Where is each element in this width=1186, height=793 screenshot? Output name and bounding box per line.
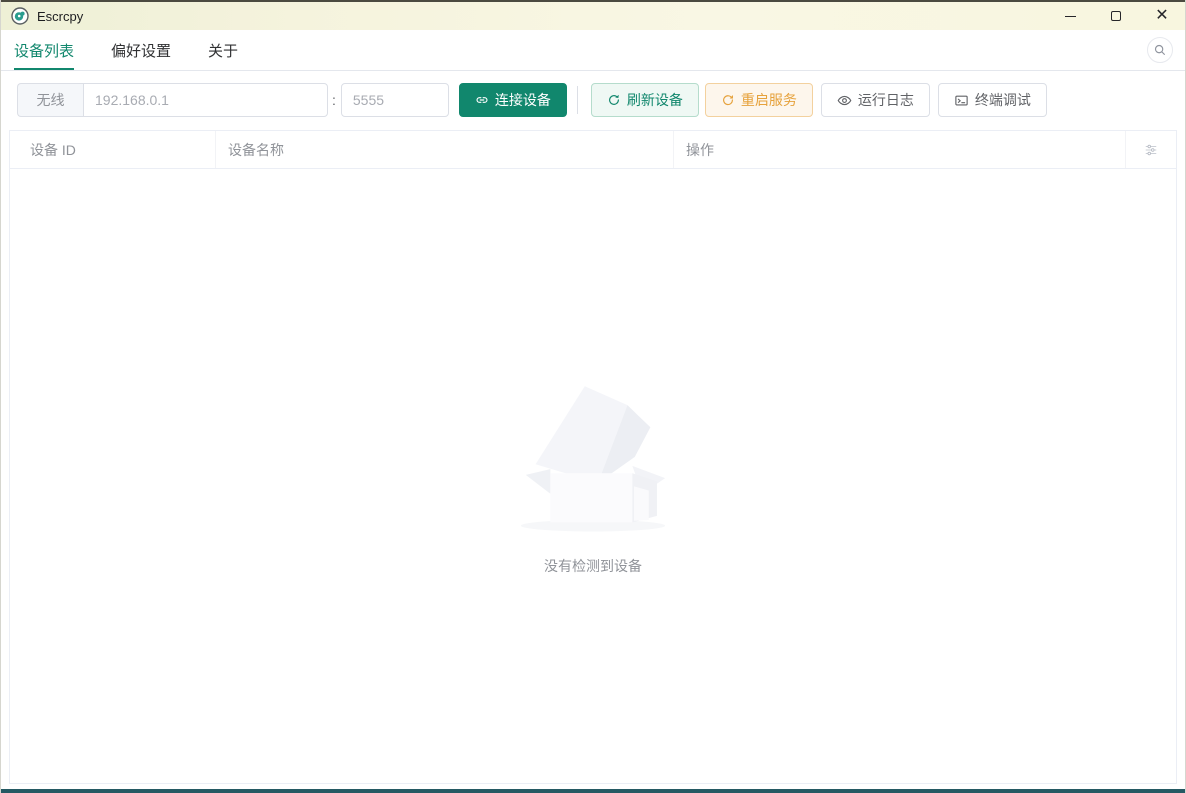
- refresh-right-icon: [722, 95, 733, 106]
- ip-address-input[interactable]: [83, 83, 328, 117]
- minimize-icon: [1064, 15, 1076, 17]
- eye-icon: [837, 95, 852, 105]
- empty-state-text: 没有检测到设备: [544, 557, 642, 574]
- device-table: 设备 ID 设备名称 操作 没有检测到设备: [9, 130, 1177, 784]
- table-settings-button[interactable]: [1126, 131, 1176, 168]
- window-title: Escrcpy: [37, 8, 84, 24]
- maximize-button[interactable]: [1093, 2, 1139, 30]
- wireless-address-group: 无线: [17, 83, 328, 117]
- tab-device-list[interactable]: 设备列表: [14, 30, 75, 70]
- empty-box-illustration: [520, 385, 666, 531]
- toolbar-divider: [576, 86, 578, 114]
- link-icon: [476, 97, 488, 103]
- terminal-label: 终端调试: [974, 92, 1031, 108]
- terminal-debug-button[interactable]: 终端调试: [937, 83, 1047, 117]
- tab-about[interactable]: 关于: [208, 30, 238, 70]
- column-actions: 操作: [674, 131, 1126, 168]
- port-input[interactable]: [340, 83, 449, 117]
- window-bottom-edge: [1, 789, 1185, 793]
- tab-label: 偏好设置: [111, 42, 172, 60]
- terminal-icon: [955, 95, 968, 105]
- maximize-icon: [1111, 11, 1121, 21]
- close-button[interactable]: ✕: [1139, 2, 1185, 30]
- search-button[interactable]: [1147, 37, 1173, 63]
- port-separator: :: [332, 92, 336, 108]
- column-device-id: 设备 ID: [10, 131, 216, 168]
- connection-toolbar: 无线 : 连接设备 刷新设备 重启服务: [1, 71, 1185, 130]
- tab-preferences[interactable]: 偏好设置: [111, 30, 171, 70]
- refresh-label: 刷新设备: [626, 92, 683, 108]
- table-header: 设备 ID 设备名称 操作: [10, 131, 1176, 169]
- refresh-devices-button[interactable]: 刷新设备: [590, 83, 699, 117]
- escrcpy-window: Escrcpy ✕ 设备列表 偏好设置 关于 无线 :: [0, 0, 1186, 793]
- search-icon: [1154, 44, 1165, 55]
- tab-label: 关于: [208, 42, 239, 60]
- window-controls: ✕: [1047, 2, 1185, 30]
- logs-label: 运行日志: [857, 92, 914, 108]
- run-logs-button[interactable]: 运行日志: [820, 83, 930, 117]
- close-icon: ✕: [1155, 7, 1169, 24]
- column-device-name: 设备名称: [216, 131, 674, 168]
- restart-service-button[interactable]: 重启服务: [704, 83, 813, 117]
- tab-label: 设备列表: [14, 42, 75, 60]
- table-body-empty-state: 没有检测到设备: [10, 170, 1176, 783]
- connect-label: 连接设备: [494, 92, 551, 108]
- tab-bar: 设备列表 偏好设置 关于: [1, 30, 1185, 71]
- wireless-label: 无线: [17, 83, 83, 117]
- app-logo-icon: [11, 7, 29, 25]
- refresh-icon: [608, 94, 619, 105]
- sliders-icon: [1145, 144, 1157, 155]
- connect-device-button[interactable]: 连接设备: [458, 83, 567, 117]
- title-bar: Escrcpy ✕: [1, 0, 1185, 30]
- minimize-button[interactable]: [1047, 2, 1093, 30]
- restart-label: 重启服务: [740, 92, 797, 108]
